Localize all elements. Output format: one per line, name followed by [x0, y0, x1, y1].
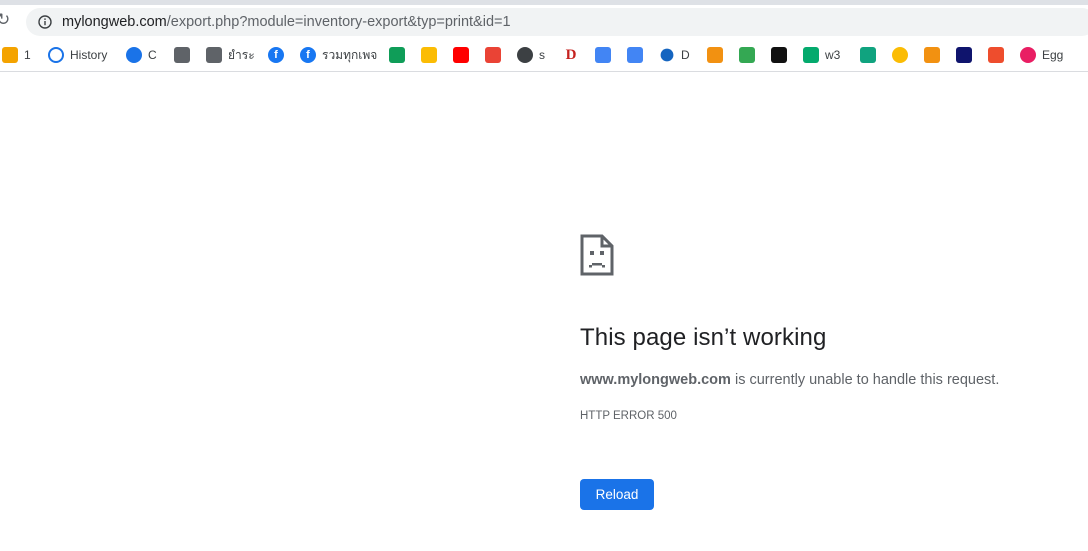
bookmark-item[interactable]: s — [517, 46, 545, 64]
bookmark-item[interactable]: 1 — [2, 46, 31, 64]
bookmark-label: w3 — [825, 48, 841, 62]
facebook-icon: f — [300, 47, 316, 63]
bookmark-label: Egg — [1042, 48, 1064, 62]
url-text[interactable]: mylongweb.com/export.php?module=inventor… — [62, 13, 511, 31]
gear-icon — [126, 47, 142, 63]
bookmark-item[interactable] — [956, 46, 972, 64]
bookmark-item[interactable]: Egg — [1020, 46, 1063, 64]
diamond-favicon-icon — [739, 47, 755, 63]
bookmark-item[interactable] — [627, 46, 643, 64]
facebook-f-glyph: f — [306, 49, 310, 61]
bookmark-label: D — [681, 48, 690, 62]
printer-favicon-icon — [206, 47, 222, 63]
bookmark-item[interactable]: f — [268, 46, 284, 64]
facebook-icon: f — [268, 47, 284, 63]
bookmark-label: C — [148, 48, 157, 62]
url-path: /export.php?module=inventory-export&typ=… — [166, 14, 511, 30]
translate-icon — [627, 47, 643, 63]
bookmark-item[interactable] — [924, 46, 940, 64]
facebook-f-glyph: f — [274, 49, 278, 61]
bookmark-item[interactable]: w3 — [803, 46, 840, 64]
bookmark-label: ยำระ — [228, 47, 255, 62]
bookmark-item[interactable] — [595, 46, 611, 64]
error-title: This page isn’t working — [580, 324, 827, 351]
bookmark-label: History — [70, 48, 108, 62]
error-description: www.mylongweb.com is currently unable to… — [580, 372, 999, 388]
shopee-icon — [988, 47, 1004, 63]
blue-dot-icon — [660, 48, 674, 62]
bookmark-item[interactable]: C — [126, 46, 157, 64]
bookmark-item[interactable] — [771, 46, 787, 64]
bookmark-item[interactable] — [707, 46, 723, 64]
bookmark-item[interactable]: f รวมทุกเพจ — [300, 46, 377, 64]
bookmark-label: s — [539, 48, 545, 62]
bookmark-item[interactable] — [485, 46, 501, 64]
d-favicon-icon: D — [563, 47, 579, 63]
bookmark-item[interactable] — [174, 46, 190, 64]
bookmark-item[interactable] — [860, 46, 876, 64]
google-drive-icon — [389, 47, 405, 63]
error-code: HTTP ERROR 500 — [580, 410, 677, 422]
info-icon[interactable] — [38, 15, 52, 29]
bookmark-item[interactable]: D — [563, 46, 579, 64]
printer-favicon-icon — [174, 47, 190, 63]
hexagon-favicon-icon — [860, 47, 876, 63]
history-icon — [48, 47, 64, 63]
bookmark-item[interactable] — [389, 46, 405, 64]
sad-page-icon — [580, 234, 614, 276]
calendar-icon — [595, 47, 611, 63]
omnibar: ↻ mylongweb.com/export.php?module=invent… — [0, 5, 1088, 39]
reload-icon[interactable]: ↻ — [0, 11, 14, 29]
codepen-icon — [771, 47, 787, 63]
bookmark-item[interactable]: History — [48, 46, 107, 64]
bookmark-label: 1 — [24, 48, 31, 62]
globe-icon — [517, 47, 533, 63]
pma-icon — [924, 47, 940, 63]
bookmark-label: รวมทุกเพจ — [322, 47, 378, 62]
bookmarks-bar: 1 History C ยำระ f f รวมทุกเพจ s D Dw3 Egg — [0, 39, 1088, 72]
reload-button[interactable]: Reload — [580, 479, 654, 510]
pma-icon — [707, 47, 723, 63]
bookmark-item[interactable] — [453, 46, 469, 64]
bookmark-item[interactable] — [739, 46, 755, 64]
egg-icon — [1020, 47, 1036, 63]
google-ads-icon — [421, 47, 437, 63]
smiley-icon — [892, 47, 908, 63]
bookmark-item[interactable] — [421, 46, 437, 64]
d-glyph: D — [565, 47, 577, 63]
bookmark-item[interactable]: D — [659, 46, 690, 64]
gmail-icon — [485, 47, 501, 63]
address-bar[interactable]: mylongweb.com/export.php?module=inventor… — [26, 8, 1088, 36]
error-host: www.mylongweb.com — [580, 372, 731, 388]
rainbow-favicon-icon — [2, 47, 18, 63]
error-message: is currently unable to handle this reque… — [730, 372, 1000, 388]
url-host: mylongweb.com — [62, 14, 167, 30]
bookmark-item[interactable]: ยำระ — [206, 46, 255, 64]
bookmark-item[interactable] — [988, 46, 1004, 64]
w3-favicon-icon — [803, 47, 819, 63]
bookmark-item[interactable] — [892, 46, 908, 64]
lazada-icon — [956, 47, 972, 63]
youtube-icon — [453, 47, 469, 63]
